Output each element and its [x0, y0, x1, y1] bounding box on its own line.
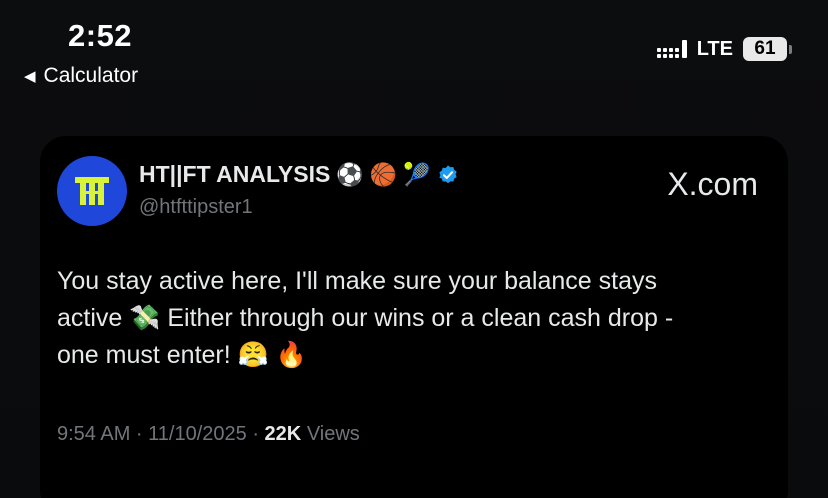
battery-icon: 61 — [743, 37, 792, 61]
cellular-signal-icon — [656, 40, 687, 58]
money-with-wings-icon: 💸 — [129, 304, 161, 332]
tweet-line: active 💸 Either through our wins or a cl… — [57, 304, 674, 332]
views-label: Views — [306, 423, 360, 445]
network-label: LTE — [696, 37, 733, 60]
tennis-ball-icon: 🎾 — [403, 161, 431, 187]
emoji-face-fire-icon: 😤 🔥 — [237, 341, 307, 369]
back-app-label: Calculator — [43, 64, 139, 87]
author-row: HT||FT ANALYSIS ⚽ 🏀 🎾 — [139, 161, 459, 188]
status-time: 2:52 — [68, 18, 133, 53]
source-logo-text: X.com — [667, 166, 758, 202]
basketball-icon: 🏀 — [369, 161, 398, 187]
tweet-line: one must enter! 😤 🔥 — [57, 341, 307, 369]
status-indicators: LTE 61 — [656, 37, 792, 61]
screen: 2:52 ◀ Calculator LTE 61 HT||FT ANALYSIS… — [0, 0, 828, 498]
x-logo: X.com — [667, 166, 758, 203]
display-name[interactable]: HT||FT ANALYSIS — [139, 161, 330, 188]
avatar[interactable] — [57, 156, 127, 226]
tweet-card[interactable]: HT||FT ANALYSIS ⚽ 🏀 🎾 @htfttipster1 X.co… — [40, 136, 788, 498]
soccer-ball-icon: ⚽ — [336, 161, 364, 187]
verified-badge-icon — [438, 164, 457, 183]
brand-logo-icon — [75, 177, 109, 205]
back-arrow-icon: ◀ — [24, 67, 36, 85]
author-handle[interactable]: @htfttipster1 — [139, 196, 253, 219]
tweet-timestamp[interactable]: 9:54 AM · 11/10/2025 · — [57, 423, 259, 445]
views-count: 22K — [264, 423, 302, 445]
tweet-text: You stay active here, I'll make sure you… — [57, 263, 757, 374]
battery-level: 61 — [743, 37, 787, 61]
tweet-meta: 9:54 AM · 11/10/2025 · 22K Views — [57, 423, 360, 446]
tweet-line: You stay active here, I'll make sure you… — [57, 267, 657, 295]
back-to-app-button[interactable]: ◀ Calculator — [24, 64, 138, 88]
